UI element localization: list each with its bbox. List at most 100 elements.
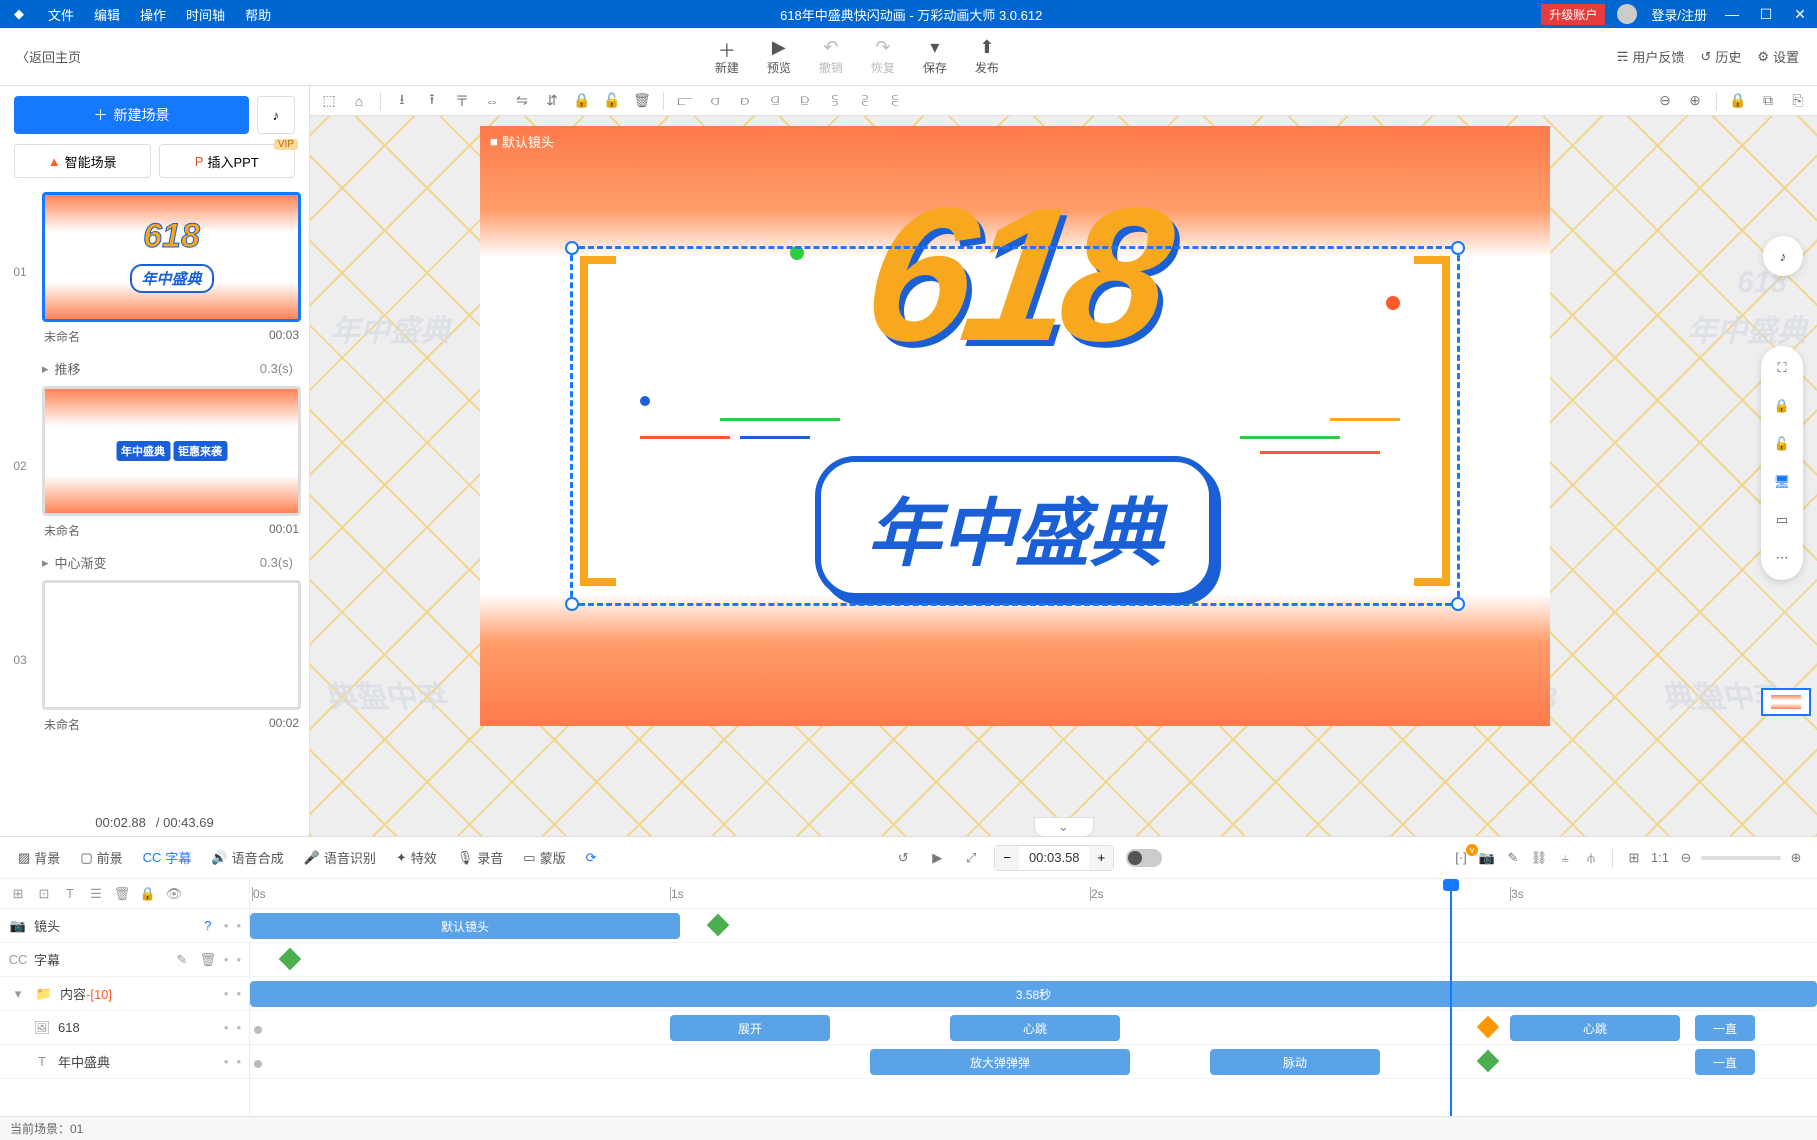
import-ppt-button[interactable]: P插入PPTVIP (159, 144, 296, 178)
lock-icon[interactable]: 🔒 (569, 88, 595, 114)
tab-record[interactable]: 🎙录音 (449, 844, 512, 871)
align-right-icon[interactable]: ⫐ (732, 88, 758, 114)
rewind-icon[interactable]: ↺ (892, 850, 914, 866)
expand-icon[interactable]: ⤢ (960, 850, 982, 866)
scene-thumbnail[interactable] (42, 580, 301, 710)
delete-icon[interactable]: 🗑 (629, 88, 655, 114)
canvas-stage[interactable]: ■默认镜头 618 年中盛典 (480, 126, 1550, 726)
collapse-handle[interactable]: ⌄ (1034, 817, 1094, 836)
delete-sub-icon[interactable]: 🗑 (198, 952, 218, 968)
save-button[interactable]: ▾保存 (923, 37, 947, 76)
zoom-out-icon[interactable]: ⊖ (1652, 88, 1678, 114)
tab-background[interactable]: ▨背景 (10, 844, 68, 871)
keyframe-marker[interactable] (707, 914, 730, 937)
clip-pulse[interactable]: 脉动 (1210, 1049, 1380, 1075)
capture-icon[interactable]: [·] (1450, 850, 1472, 865)
lock-layer-icon[interactable]: 🔒 (138, 886, 158, 902)
timeline-track[interactable]: 放大弹弹弹 脉动 一直 (250, 1045, 1817, 1079)
canvas-viewport[interactable]: 年中盛典 618 年中盛典 年中盛典 618 年中盛典 618 ■默认镜头 (310, 116, 1817, 836)
lock-view-icon[interactable]: 🔒 (1725, 88, 1751, 114)
keyframe-marker[interactable] (1477, 1016, 1500, 1039)
clip-always[interactable]: 一直 (1695, 1015, 1755, 1041)
scene-item[interactable]: 01 618 年中盛典 未命名00:03 (8, 192, 301, 351)
transition-row[interactable]: ▸ 推移 0.3(s) (8, 355, 301, 386)
play-icon[interactable]: ▶ (926, 850, 948, 866)
align-bottom-icon[interactable]: ⭳ (389, 88, 415, 114)
history-button[interactable]: ↺历史 (1700, 47, 1741, 66)
flip-v-icon[interactable]: ⇵ (539, 88, 565, 114)
monitor-icon[interactable]: 🖥 (1770, 470, 1794, 494)
tab-refresh[interactable]: ⟳ (578, 846, 605, 870)
cue-dot[interactable] (254, 1060, 262, 1068)
clip-expand[interactable]: 展开 (670, 1015, 830, 1041)
copy-icon[interactable]: ⧉ (1755, 88, 1781, 114)
align-hcenter-icon[interactable]: ⫏ (702, 88, 728, 114)
scene-item[interactable]: 02 年中盛典钜惠来袭 未命名00:01 (8, 386, 301, 545)
menu-edit[interactable]: 编辑 (84, 5, 130, 24)
scene-item[interactable]: 03 未命名00:02 (8, 580, 301, 739)
distribute-h-icon[interactable]: ⫔ (852, 88, 878, 114)
layer-icon[interactable]: ☰ (86, 886, 106, 902)
track-item-618[interactable]: 🖼 618 •• (0, 1011, 249, 1045)
camera-icon[interactable]: 📷 (1476, 850, 1498, 866)
resize-handle[interactable] (565, 597, 579, 611)
selection-box[interactable] (570, 246, 1460, 606)
music-button[interactable]: ♪ (257, 96, 295, 134)
tab-effects[interactable]: ✦特效 (388, 844, 445, 871)
chevron-down-icon[interactable]: ▾ (8, 986, 28, 1002)
resize-handle[interactable] (565, 241, 579, 255)
feedback-button[interactable]: ☴用户反馈 (1617, 47, 1685, 66)
time-minus[interactable]: − (995, 846, 1019, 870)
menu-file[interactable]: 文件 (38, 5, 84, 24)
ruler[interactable]: 0s 1s 2s 3s (250, 879, 1817, 909)
zoom-in-icon[interactable]: ⊕ (1682, 88, 1708, 114)
link-icon[interactable]: ⛓ (1528, 850, 1550, 866)
more-icon[interactable]: ⋯ (1770, 546, 1794, 570)
menu-timeline[interactable]: 时间轴 (176, 5, 235, 24)
smart-scene-button[interactable]: ▲智能场景 (14, 144, 151, 178)
toggle-switch[interactable] (1126, 849, 1162, 867)
resize-handle[interactable] (1451, 241, 1465, 255)
timeline-track[interactable]: 默认镜头 (250, 909, 1817, 943)
tablet-icon[interactable]: ▭ (1770, 508, 1794, 532)
keyframe-add-icon[interactable]: ⊞ (1623, 850, 1645, 866)
clip-zoom-bounce[interactable]: 放大弹弹弹 (870, 1049, 1130, 1075)
align-bottom2-icon[interactable]: ⫓ (822, 88, 848, 114)
undo-button[interactable]: ↶撤销 (819, 37, 843, 76)
timeline-track[interactable]: 展开 心跳 心跳 一直 (250, 1011, 1817, 1045)
menu-help[interactable]: 帮助 (235, 5, 281, 24)
track-subtitle[interactable]: CC 字幕 ✎ 🗑 •• (0, 943, 249, 977)
edit-sub-icon[interactable]: ✎ (172, 952, 192, 968)
keyframe-marker[interactable] (1477, 1050, 1500, 1073)
mini-map[interactable] (1761, 688, 1811, 716)
upgrade-button[interactable]: 升级账户 (1541, 4, 1605, 25)
edit-icon[interactable]: ✎ (1502, 850, 1524, 866)
tab-asr[interactable]: 🎤语音识别 (296, 844, 384, 871)
cursor-tool-icon[interactable]: ⬚ (316, 88, 342, 114)
text-icon[interactable]: T (60, 886, 80, 901)
preview-button[interactable]: ▶预览 (767, 37, 791, 76)
filter-icon[interactable]: ⫨ (1554, 850, 1576, 866)
timeline-tracks[interactable]: 0s 1s 2s 3s 默认镜头 3.58秒 展开 心跳 (250, 879, 1817, 1116)
time-plus[interactable]: + (1089, 846, 1113, 870)
fullscreen-icon[interactable]: ⛶ (1770, 356, 1794, 380)
tab-foreground[interactable]: ▢前景 (72, 844, 130, 871)
clip-camera[interactable]: 默认镜头 (250, 913, 680, 939)
clip-heartbeat2[interactable]: 心跳 (1510, 1015, 1680, 1041)
align-vcenter-icon[interactable]: ⫒ (792, 88, 818, 114)
zoom-out-tl-icon[interactable]: ⊖ (1675, 850, 1697, 866)
track-camera[interactable]: 📷 镜头 ? •• (0, 909, 249, 943)
keyframe-marker[interactable] (279, 948, 302, 971)
paste-icon[interactable]: ⎘ (1785, 88, 1811, 114)
new-scene-button[interactable]: ＋新建场景 (14, 96, 249, 134)
flip-h-icon[interactable]: ⇋ (509, 88, 535, 114)
align-top2-icon[interactable]: ⫑ (762, 88, 788, 114)
playhead[interactable] (1450, 879, 1452, 1116)
clip-always2[interactable]: 一直 (1695, 1049, 1755, 1075)
redo-button[interactable]: ↷恢复 (871, 37, 895, 76)
eye-icon[interactable]: 👁 (164, 886, 184, 902)
help-icon[interactable]: ? (198, 918, 218, 933)
login-button[interactable]: 登录/注册 (1643, 5, 1715, 24)
add-folder-icon[interactable]: ⊡ (34, 886, 54, 902)
resize-handle[interactable] (1451, 597, 1465, 611)
